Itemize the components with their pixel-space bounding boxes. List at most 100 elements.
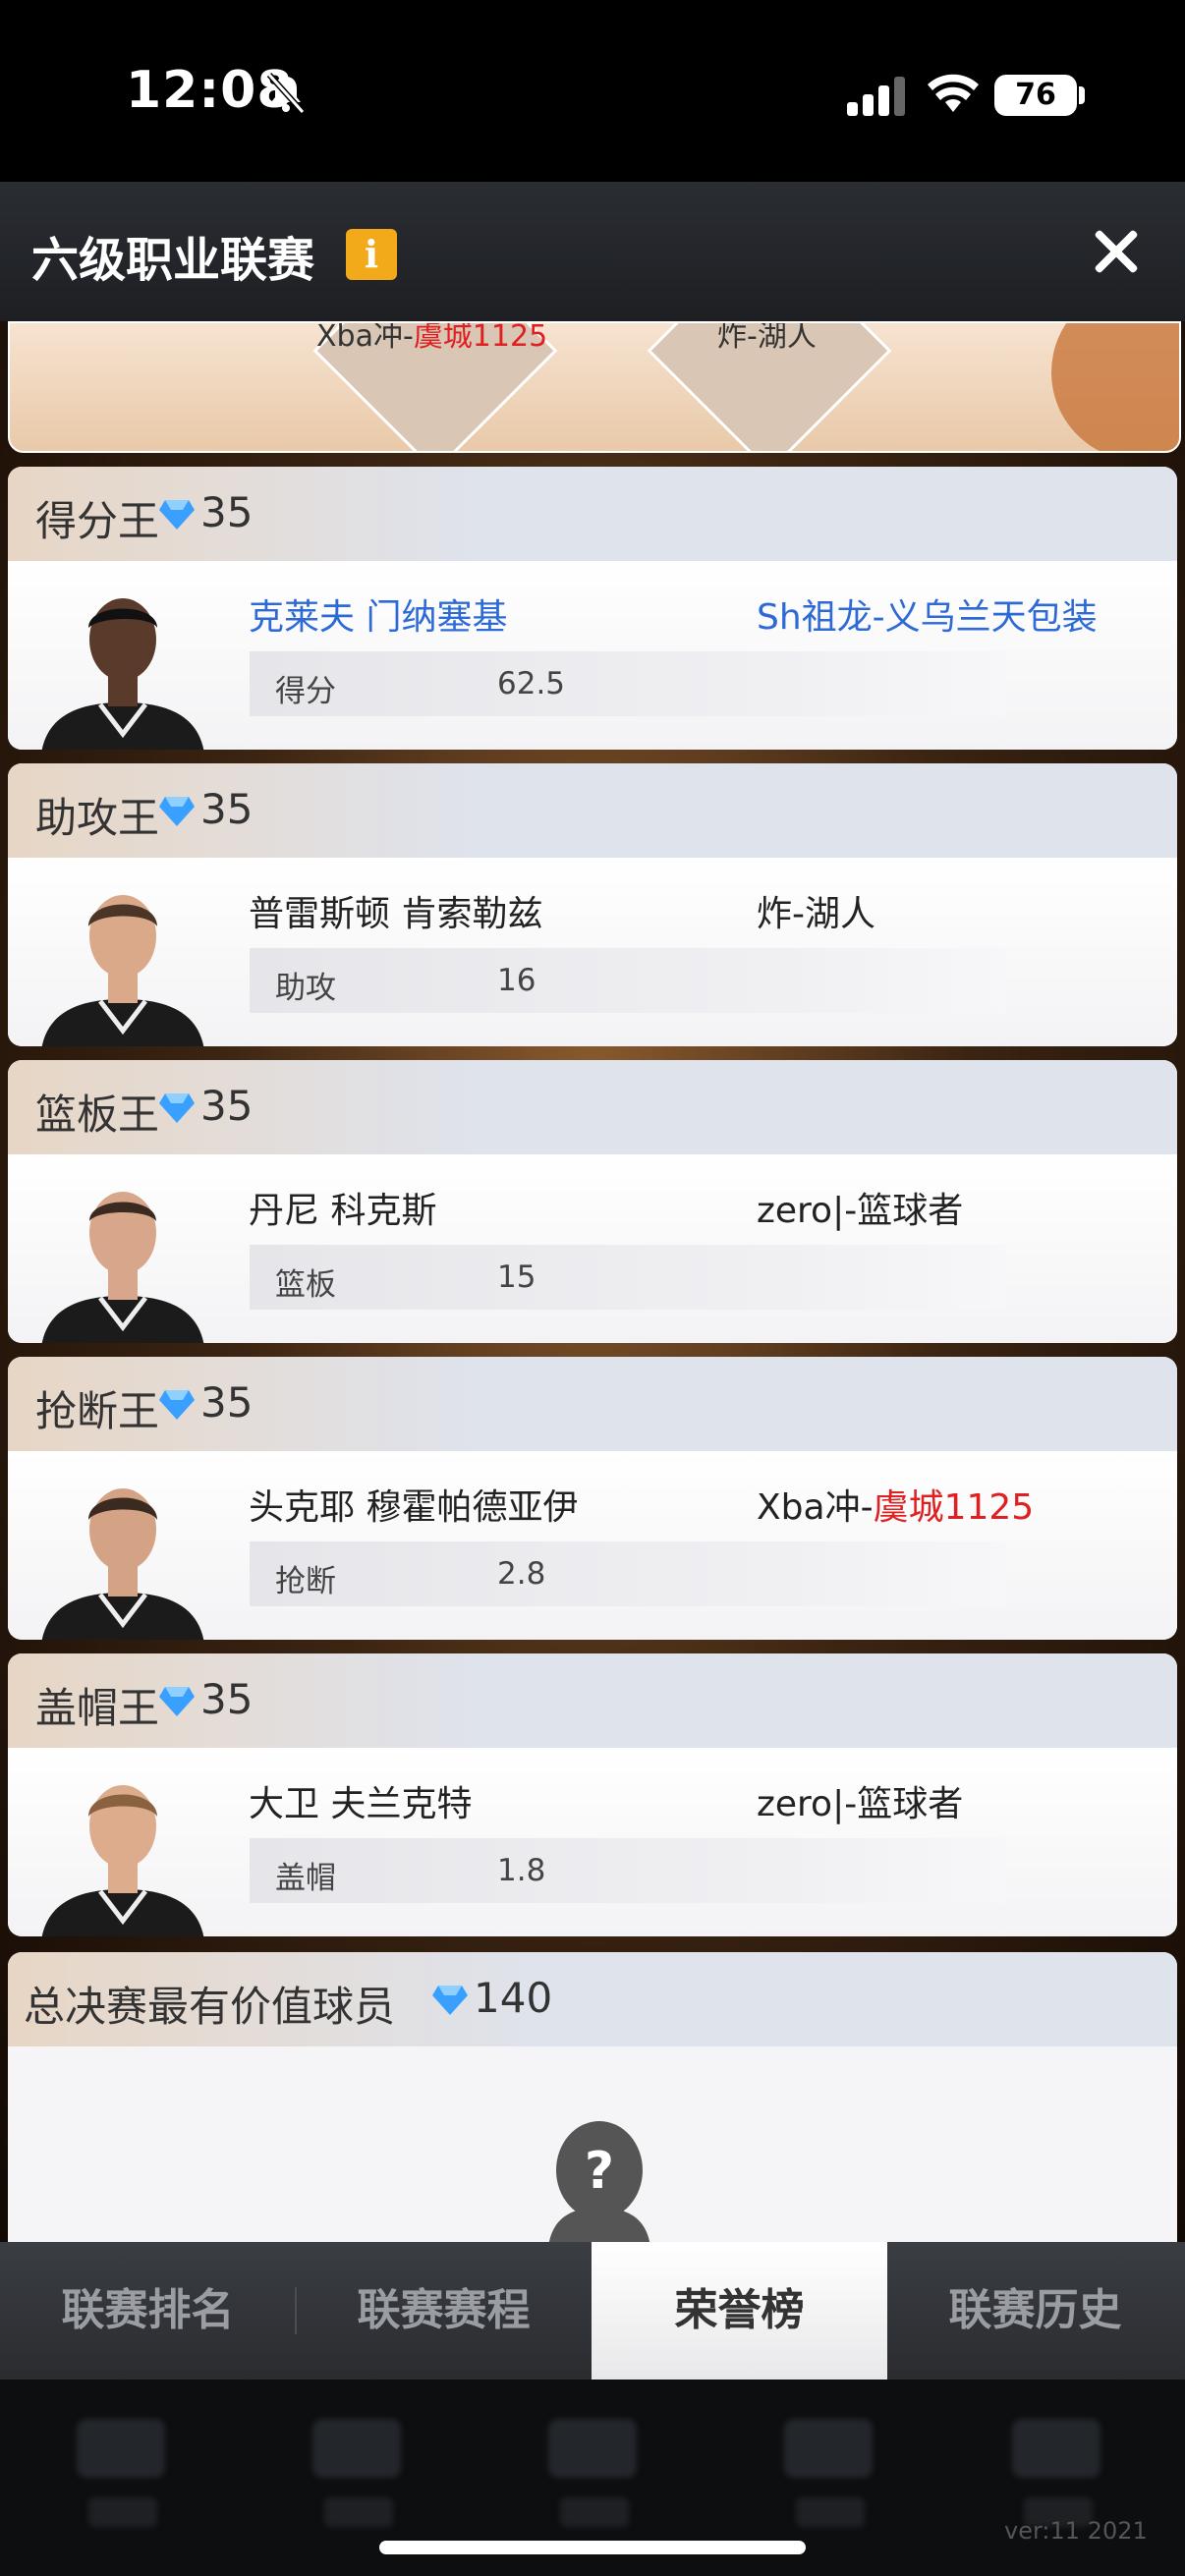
player-avatar[interactable] xyxy=(31,1164,214,1343)
award-title: 助攻王 xyxy=(35,794,160,842)
title-bar: 六级职业联赛 i xyxy=(0,182,1185,322)
tab-league-schedule[interactable]: 联赛赛程 xyxy=(296,2242,592,2380)
blurred-nav-icon xyxy=(77,2419,165,2478)
stat-row: 助攻 16 xyxy=(250,948,1006,1013)
team-name[interactable]: 炸-湖人 xyxy=(757,885,875,936)
award-body: 克莱夫 门纳塞基 Sh祖龙-义乌兰天包装 得分 62.5 xyxy=(8,561,1177,750)
stat-value: 2.8 xyxy=(497,1556,546,1592)
award-header: 盖帽王 35 xyxy=(8,1653,1177,1748)
blurred-nav-icon xyxy=(784,2419,873,2478)
award-body: 丹尼 科克斯 zero|-篮球者 篮板 15 xyxy=(8,1154,1177,1343)
award-body: 普雷斯顿 肯索勒兹 炸-湖人 助攻 16 xyxy=(8,858,1177,1046)
diamond-icon xyxy=(159,500,195,530)
team-name[interactable]: zero|-篮球者 xyxy=(757,1182,963,1233)
stat-row: 盖帽 1.8 xyxy=(250,1838,1006,1903)
award-title: 篮板王 xyxy=(35,1091,160,1139)
blurred-nav-icon xyxy=(312,2419,401,2478)
award-card-steals: 抢断王 35 头克耶 穆霍帕德亚伊 Xba冲-虞城1125 抢断 2.8 xyxy=(8,1357,1177,1640)
svg-text:?: ? xyxy=(585,2142,614,2201)
award-title: 得分王 xyxy=(35,497,160,545)
award-body: 大卫 夫兰克特 zero|-篮球者 盖帽 1.8 xyxy=(8,1748,1177,1936)
award-card-finals-mvp: 总决赛最有价值球员 140 ? xyxy=(8,1952,1177,2242)
stat-value: 15 xyxy=(497,1260,536,1295)
team-name-prefix: Xba冲- xyxy=(757,1487,874,1528)
award-reward: 35 xyxy=(200,1378,254,1427)
award-reward: 35 xyxy=(200,1082,254,1130)
status-bar: 12:08 76 xyxy=(0,0,1185,182)
blurred-nav-label xyxy=(324,2497,393,2527)
tab-honor-roll[interactable]: 荣誉榜 xyxy=(592,2242,887,2380)
unknown-player-icon: ? xyxy=(549,2121,649,2242)
award-card-blocks: 盖帽王 35 大卫 夫兰克特 zero|-篮球者 盖帽 1.8 xyxy=(8,1653,1177,1936)
team-name-highlight: 虞城1125 xyxy=(873,1487,1035,1528)
stat-value: 16 xyxy=(497,963,536,998)
blurred-nav-label xyxy=(88,2497,157,2527)
player-avatar[interactable] xyxy=(31,1461,214,1640)
award-reward: 140 xyxy=(474,1974,553,2022)
award-header: 总决赛最有价值球员 140 xyxy=(8,1952,1177,2046)
blurred-nav-label xyxy=(796,2497,865,2527)
player-name[interactable]: 头克耶 穆霍帕德亚伊 xyxy=(249,1479,578,1530)
stat-row: 抢断 2.8 xyxy=(250,1541,1006,1606)
diamond-icon xyxy=(159,1093,195,1123)
stat-value: 1.8 xyxy=(497,1853,546,1888)
team-name[interactable]: Xba冲-虞城1125 xyxy=(757,1479,1034,1530)
tab-league-history[interactable]: 联赛历史 xyxy=(887,2242,1183,2380)
player-avatar[interactable] xyxy=(31,571,214,750)
stat-row: 得分 62.5 xyxy=(250,651,1006,716)
basketball-decoration xyxy=(1051,323,1179,451)
stat-label: 篮板 xyxy=(275,1267,336,1303)
battery-nub xyxy=(1079,86,1085,104)
award-header: 得分王 35 xyxy=(8,467,1177,561)
stat-value: 62.5 xyxy=(497,666,566,701)
diamond-icon xyxy=(159,797,195,826)
award-reward: 35 xyxy=(200,488,254,536)
wifi-icon xyxy=(928,74,979,112)
stat-label: 盖帽 xyxy=(275,1861,336,1896)
team-name[interactable]: Sh祖龙-义乌兰天包装 xyxy=(757,588,1098,640)
tab-league-ranking[interactable]: 联赛排名 xyxy=(0,2242,296,2380)
team-name[interactable]: zero|-篮球者 xyxy=(757,1775,963,1826)
diamond-icon xyxy=(159,1390,195,1420)
honor-list[interactable]: Xba冲-虞城1125 炸-湖人 得分王 35 克莱夫 门纳塞基 Sh祖龙-义乌… xyxy=(0,321,1185,2242)
player-name[interactable]: 普雷斯顿 肯索勒兹 xyxy=(249,885,542,936)
page-title: 六级职业联赛 xyxy=(31,233,315,288)
award-title: 总决赛最有价值球员 xyxy=(24,1983,396,2031)
player-avatar[interactable] xyxy=(31,1758,214,1936)
player-name[interactable]: 克莱夫 门纳塞基 xyxy=(249,588,507,640)
finals-card-remnant: Xba冲-虞城1125 炸-湖人 xyxy=(8,321,1181,453)
stat-label: 抢断 xyxy=(275,1564,336,1599)
remnant-team-left: Xba冲-虞城1125 xyxy=(316,321,548,354)
award-header: 助攻王 35 xyxy=(8,763,1177,858)
blurred-nav-icon xyxy=(1012,2419,1100,2478)
blurred-nav-icon xyxy=(548,2419,637,2478)
player-name[interactable]: 丹尼 科克斯 xyxy=(249,1182,436,1233)
award-card-rebounds: 篮板王 35 丹尼 科克斯 zero|-篮球者 篮板 15 xyxy=(8,1060,1177,1343)
player-name[interactable]: 大卫 夫兰克特 xyxy=(249,1775,472,1826)
info-button[interactable]: i xyxy=(346,229,397,280)
tab-bar: 联赛排名 联赛赛程 荣誉榜 联赛历史 xyxy=(0,2242,1185,2380)
bell-muted-icon xyxy=(266,72,306,115)
battery-icon: 76 xyxy=(994,75,1077,116)
stat-label: 得分 xyxy=(275,674,336,709)
cellular-signal-icon xyxy=(847,75,906,116)
blurred-nav-label xyxy=(560,2497,629,2527)
player-avatar[interactable] xyxy=(31,868,214,1046)
version-label: ver:11 2021 xyxy=(1004,2517,1148,2545)
close-button[interactable] xyxy=(1089,224,1144,279)
stat-row: 篮板 15 xyxy=(250,1245,1006,1310)
diamond-icon xyxy=(432,1986,468,2015)
award-body: 头克耶 穆霍帕德亚伊 Xba冲-虞城1125 抢断 2.8 xyxy=(8,1451,1177,1640)
home-indicator[interactable] xyxy=(379,2541,806,2554)
award-card-scoring: 得分王 35 克莱夫 门纳塞基 Sh祖龙-义乌兰天包装 得分 62.5 xyxy=(8,467,1177,750)
stat-label: 助攻 xyxy=(275,971,336,1006)
award-header: 抢断王 35 xyxy=(8,1357,1177,1451)
award-header: 篮板王 35 xyxy=(8,1060,1177,1154)
diamond-icon xyxy=(159,1687,195,1716)
award-title: 盖帽王 xyxy=(35,1684,160,1732)
award-title: 抢断王 xyxy=(35,1387,160,1435)
award-reward: 35 xyxy=(200,1675,254,1723)
remnant-team-right: 炸-湖人 xyxy=(717,321,817,354)
award-reward: 35 xyxy=(200,785,254,833)
award-card-assists: 助攻王 35 普雷斯顿 肯索勒兹 炸-湖人 助攻 16 xyxy=(8,763,1177,1046)
